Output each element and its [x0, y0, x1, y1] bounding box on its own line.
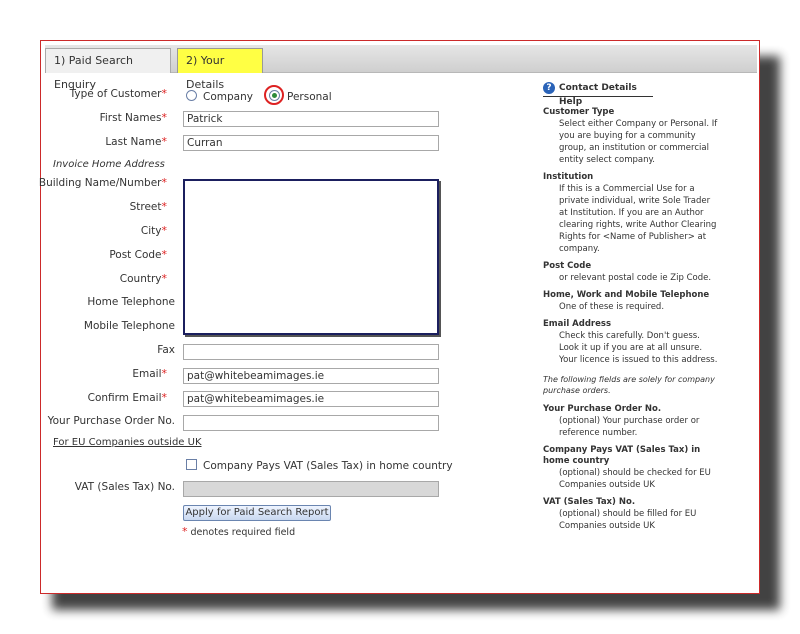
help-item: Home, Work and Mobile Telephone One of t… — [543, 290, 719, 313]
apply-button[interactable]: Apply for Paid Search Report — [183, 505, 331, 521]
help-item-title: Your Purchase Order No. — [543, 404, 662, 414]
building-label-text: Building Name/Number — [38, 177, 162, 189]
help-items: Customer Type Select either Company or P… — [543, 107, 719, 532]
help-note: The following fields are solely for comp… — [543, 375, 715, 395]
confirm-email-input[interactable]: pat@whitebeamimages.ie — [183, 391, 439, 407]
help-item-title: Email Address — [543, 319, 612, 329]
help-item-title: Institution — [543, 172, 594, 182]
country-label: Country* — [120, 272, 167, 285]
help-item-text: Check this carefully. Don't guess. Look … — [559, 331, 718, 365]
email-label-text: Email — [132, 368, 162, 380]
help-item-title: Post Code — [543, 261, 592, 271]
required-star: * — [161, 224, 168, 237]
city-label-text: City — [140, 225, 162, 237]
help-item-text: (optional) Your purchase order or refere… — [559, 416, 700, 438]
postcode-label: Post Code* — [109, 248, 167, 261]
help-item-title: Home, Work and Mobile Telephone — [543, 290, 710, 300]
required-note-text: denotes required field — [190, 527, 296, 538]
street-label-text: Street — [129, 201, 162, 213]
required-star: * — [161, 176, 168, 189]
postcode-label-text: Post Code — [109, 249, 162, 261]
vat-number-label: VAT (Sales Tax) No. — [74, 481, 175, 493]
radio-company[interactable] — [186, 90, 197, 101]
help-item-text: (optional) should be filled for EU Compa… — [559, 509, 697, 531]
email-input[interactable]: pat@whitebeamimages.ie — [183, 368, 439, 384]
required-star: * — [161, 87, 168, 100]
last-name-input[interactable]: Curran — [183, 135, 439, 151]
city-label: City* — [141, 224, 167, 237]
vat-checkbox[interactable] — [186, 459, 197, 470]
last-name-label-text: Last Name — [105, 136, 162, 148]
help-item-text: (optional) should be checked for EU Comp… — [559, 468, 711, 490]
first-names-label: First Names* — [100, 111, 167, 124]
help-item-title: VAT (Sales Tax) No. — [543, 497, 636, 507]
help-item-title: Company Pays VAT (Sales Tax) in home cou… — [543, 445, 701, 466]
help-item-text: One of these is required. — [559, 302, 665, 312]
help-item: Customer Type Select either Company or P… — [543, 107, 719, 166]
help-panel: ? Contact Details Help Customer Type Sel… — [543, 81, 719, 538]
mobile-telephone-label: Mobile Telephone — [83, 320, 175, 332]
tab-bar: 1) Paid Search Enquiry 2) Your Details — [45, 45, 757, 91]
radio-personal[interactable] — [269, 90, 280, 101]
redacted-address-box — [183, 179, 439, 335]
eu-companies-link[interactable]: For EU Companies outside UK — [53, 437, 202, 448]
building-label: Building Name/Number* — [39, 176, 167, 189]
confirm-email-label-text: Confirm Email — [87, 392, 162, 404]
tab-paid-search-enquiry[interactable]: 1) Paid Search Enquiry — [45, 48, 171, 91]
radio-company-label: Company — [203, 91, 253, 103]
tab-your-details[interactable]: 2) Your Details — [177, 48, 263, 91]
help-item: Post Code or relevant postal code ie Zip… — [543, 261, 719, 284]
customer-type-label-text: Type of Customer — [69, 88, 162, 100]
first-names-input[interactable]: Patrick — [183, 111, 439, 127]
confirm-email-label: Confirm Email* — [88, 391, 167, 404]
customer-type-label: Type of Customer* — [70, 87, 167, 100]
street-label: Street* — [130, 200, 167, 213]
help-item-text: If this is a Commercial Use for a privat… — [559, 184, 717, 254]
details-panel: 1) Paid Search Enquiry 2) Your Details T… — [39, 40, 760, 594]
vat-checkbox-label: Company Pays VAT (Sales Tax) in home cou… — [203, 460, 453, 472]
home-telephone-label: Home Telephone — [87, 296, 175, 308]
help-item: Institution If this is a Commercial Use … — [543, 172, 719, 255]
radio-selected-dot — [272, 93, 277, 98]
required-star: * — [182, 525, 188, 538]
email-label: Email* — [132, 367, 167, 380]
help-item: Email Address Check this carefully. Don'… — [543, 319, 719, 366]
fax-label: Fax — [157, 344, 175, 356]
help-item: Company Pays VAT (Sales Tax) in home cou… — [543, 445, 719, 491]
required-star: * — [161, 367, 168, 380]
help-item: VAT (Sales Tax) No. (optional) should be… — [543, 497, 719, 532]
help-title-text: Contact Details Help — [559, 83, 637, 107]
purchase-order-input[interactable] — [183, 415, 439, 431]
fax-input[interactable] — [183, 344, 439, 360]
required-note: * denotes required field — [182, 525, 295, 538]
radio-personal-label: Personal — [287, 91, 332, 103]
help-title: ? Contact Details Help — [543, 81, 653, 107]
vat-number-input[interactable] — [183, 481, 439, 497]
help-item-text: Select either Company or Personal. If yo… — [559, 119, 718, 165]
country-label-text: Country — [119, 273, 162, 285]
help-item: Your Purchase Order No. (optional) Your … — [543, 404, 719, 439]
required-star: * — [161, 391, 168, 404]
required-star: * — [161, 200, 168, 213]
required-star: * — [161, 111, 168, 124]
help-item-text: or relevant postal code ie Zip Code. — [559, 273, 712, 283]
first-names-label-text: First Names — [99, 112, 162, 124]
required-star: * — [161, 248, 168, 261]
required-star: * — [161, 135, 168, 148]
question-icon: ? — [543, 82, 555, 94]
invoice-address-heading: Invoice Home Address — [53, 159, 165, 170]
required-star: * — [161, 272, 168, 285]
purchase-order-label: Your Purchase Order No. — [47, 415, 175, 427]
last-name-label: Last Name* — [105, 135, 167, 148]
